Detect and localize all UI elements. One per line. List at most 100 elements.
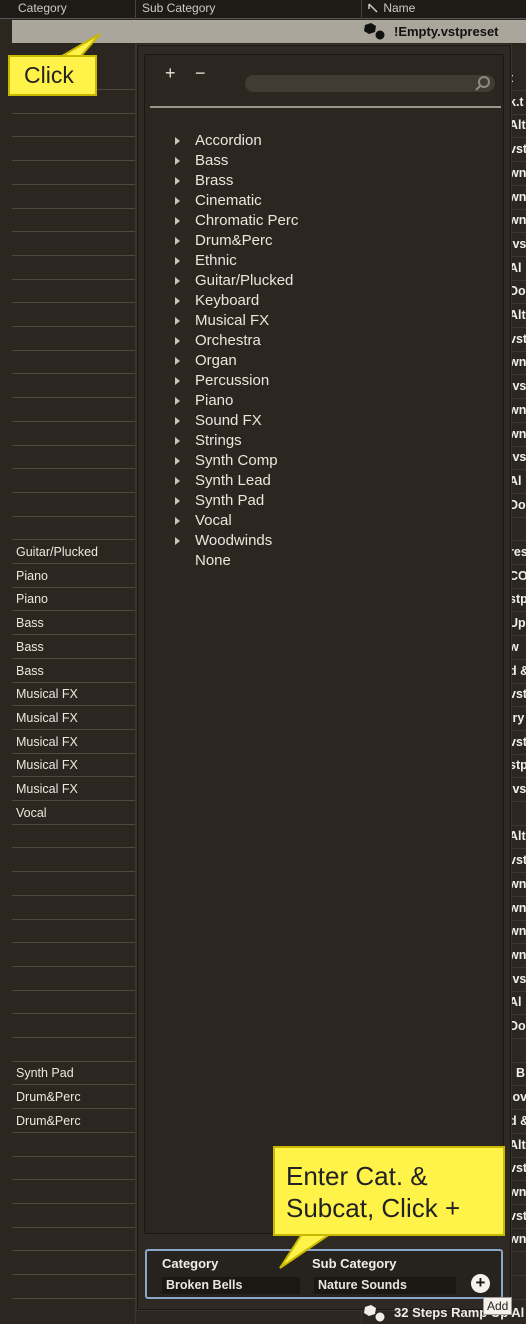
expand-arrow-icon[interactable] bbox=[175, 417, 180, 425]
table-row-category[interactable] bbox=[12, 280, 135, 304]
table-row-name[interactable]: wn bbox=[509, 351, 526, 376]
table-row-name[interactable]: wn bbox=[509, 399, 526, 423]
expand-arrow-icon[interactable] bbox=[175, 297, 180, 305]
table-row-category[interactable] bbox=[12, 257, 135, 280]
sub-category-input[interactable]: Nature Sounds bbox=[314, 1277, 456, 1294]
category-tree-item[interactable]: Percussion bbox=[175, 371, 298, 391]
table-row-category[interactable]: Piano bbox=[12, 588, 135, 612]
category-tree-item[interactable]: Ethnic bbox=[175, 251, 298, 271]
table-row-name[interactable]: .vs bbox=[509, 968, 526, 992]
category-tree-item[interactable]: Keyboard bbox=[175, 291, 298, 311]
table-row-category[interactable] bbox=[12, 351, 135, 375]
table-row-category[interactable] bbox=[12, 849, 135, 873]
category-tree-item[interactable]: Woodwinds bbox=[175, 531, 298, 551]
table-row-name[interactable]: stp bbox=[509, 588, 526, 613]
table-row-name[interactable]: wn bbox=[509, 920, 526, 945]
table-row-category[interactable] bbox=[12, 399, 135, 422]
search-field[interactable] bbox=[245, 75, 495, 92]
table-row-name[interactable]: res bbox=[509, 541, 526, 565]
table-row-name[interactable] bbox=[509, 1039, 526, 1063]
category-tree-item[interactable]: Vocal bbox=[175, 511, 298, 531]
table-row-name[interactable]: i B bbox=[509, 1062, 526, 1087]
table-row-category[interactable] bbox=[12, 897, 135, 920]
table-row-name[interactable]: vst bbox=[509, 683, 526, 708]
table-row-name[interactable]: Do bbox=[509, 1015, 526, 1039]
table-row-category[interactable] bbox=[12, 968, 135, 991]
expand-arrow-icon[interactable] bbox=[175, 277, 180, 285]
category-tree-item[interactable]: None bbox=[175, 551, 298, 571]
table-row-category[interactable]: Bass bbox=[12, 612, 135, 636]
table-row-name[interactable]: .vs bbox=[509, 375, 526, 400]
table-row-name[interactable]: wn bbox=[509, 873, 526, 897]
category-tree-item[interactable]: Guitar/Plucked bbox=[175, 271, 298, 291]
table-row-category[interactable] bbox=[12, 494, 135, 517]
table-row-name[interactable]: wn bbox=[509, 423, 526, 447]
table-row-category[interactable] bbox=[12, 1039, 135, 1062]
table-row-name[interactable]: Alt bbox=[509, 114, 526, 139]
expand-arrow-icon[interactable] bbox=[175, 257, 180, 265]
column-header-name[interactable]: Name bbox=[362, 0, 526, 18]
expand-arrow-icon[interactable] bbox=[175, 457, 180, 465]
table-row-name[interactable]: vst bbox=[509, 138, 526, 163]
table-row-name[interactable]: wn bbox=[509, 897, 526, 921]
expand-arrow-icon[interactable] bbox=[175, 437, 180, 445]
table-row-category[interactable]: Piano bbox=[12, 565, 135, 588]
expand-arrow-icon[interactable] bbox=[175, 177, 180, 185]
category-tree-item[interactable]: Accordion bbox=[175, 131, 298, 151]
table-row-category[interactable]: Vocal bbox=[12, 802, 135, 825]
table-row-category[interactable]: Musical FX bbox=[12, 778, 135, 801]
table-row-name[interactable]: .vs bbox=[509, 446, 526, 471]
table-row-category[interactable] bbox=[12, 162, 135, 185]
expand-arrow-icon[interactable] bbox=[175, 137, 180, 145]
column-header-category[interactable]: Category bbox=[12, 0, 136, 18]
expand-arrow-icon[interactable] bbox=[175, 337, 180, 345]
table-row-category[interactable] bbox=[12, 873, 135, 896]
selected-table-row[interactable]: !Empty.vstpreset bbox=[12, 20, 526, 43]
table-row-name[interactable]: Do bbox=[509, 494, 526, 518]
expand-arrow-icon[interactable] bbox=[175, 397, 180, 405]
table-row-name[interactable]: t bbox=[509, 67, 526, 91]
table-row-name[interactable]: Alt bbox=[509, 1134, 526, 1158]
category-tree-item[interactable]: Synth Lead bbox=[175, 471, 298, 491]
category-tree-item[interactable]: Drum&Perc bbox=[175, 231, 298, 251]
category-tree-item[interactable]: Organ bbox=[175, 351, 298, 371]
table-row-category[interactable] bbox=[12, 138, 135, 162]
table-row-name[interactable] bbox=[509, 1252, 526, 1276]
table-row-category[interactable]: Musical FX bbox=[12, 707, 135, 730]
table-row-name[interactable]: .vs bbox=[509, 778, 526, 802]
table-row-category[interactable] bbox=[12, 375, 135, 399]
table-row-category[interactable]: Drum&Perc bbox=[12, 1086, 135, 1110]
table-row-category[interactable]: Musical FX bbox=[12, 731, 135, 754]
table-row-category[interactable] bbox=[12, 446, 135, 470]
table-row-category[interactable] bbox=[12, 991, 135, 1015]
expand-arrow-icon[interactable] bbox=[175, 477, 180, 485]
category-tree-item[interactable]: Chromatic Perc bbox=[175, 211, 298, 231]
table-row-category[interactable] bbox=[12, 470, 135, 493]
table-row-category[interactable]: Musical FX bbox=[12, 683, 135, 707]
expand-arrow-icon[interactable] bbox=[175, 537, 180, 545]
table-row-category[interactable] bbox=[12, 920, 135, 944]
table-row-category[interactable]: Bass bbox=[12, 636, 135, 659]
table-row-name[interactable]: Alt bbox=[509, 825, 526, 850]
category-tree-item[interactable]: Sound FX bbox=[175, 411, 298, 431]
add-button[interactable]: + bbox=[471, 1274, 490, 1293]
expand-arrow-icon[interactable] bbox=[175, 517, 180, 525]
expand-arrow-icon[interactable] bbox=[175, 357, 180, 365]
expand-arrow-icon[interactable] bbox=[175, 237, 180, 245]
table-row-category[interactable] bbox=[12, 114, 135, 138]
expand-arrow-icon[interactable] bbox=[175, 197, 180, 205]
category-tree-item[interactable]: Strings bbox=[175, 431, 298, 451]
table-row-name[interactable]: stp bbox=[509, 754, 526, 779]
table-row-name[interactable]: vst bbox=[509, 1205, 526, 1229]
table-row-name[interactable]: wn bbox=[509, 1228, 526, 1253]
table-row-category[interactable] bbox=[12, 1228, 135, 1252]
table-row-category[interactable] bbox=[12, 186, 135, 209]
table-row-name[interactable]: Al bbox=[509, 991, 526, 1016]
table-row-category[interactable]: Drum&Perc bbox=[12, 1110, 135, 1133]
expand-arrow-icon[interactable] bbox=[175, 157, 180, 165]
table-row-category[interactable] bbox=[12, 1205, 135, 1228]
table-row-category[interactable] bbox=[12, 517, 135, 541]
table-row-category[interactable]: Musical FX bbox=[12, 754, 135, 778]
table-row-category[interactable] bbox=[12, 1181, 135, 1204]
table-row-name[interactable]: vst bbox=[509, 328, 526, 352]
